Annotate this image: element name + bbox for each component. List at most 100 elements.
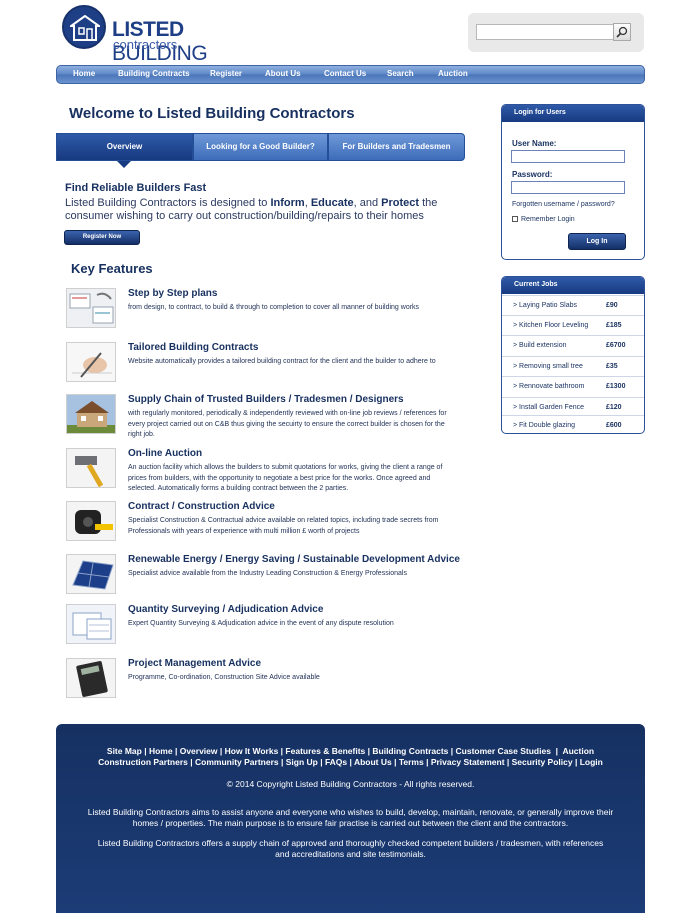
remember-login-checkbox[interactable] <box>512 216 518 222</box>
username-label: User Name: <box>512 139 557 148</box>
key-features-title: Key Features <box>71 261 153 276</box>
solar-panel-icon <box>66 554 116 594</box>
page-title: Welcome to Listed Building Contractors <box>69 105 355 122</box>
job-item[interactable]: > Removing small tree £35 <box>502 356 644 376</box>
footer-link-login[interactable]: Login <box>580 757 603 767</box>
feature-title: Tailored Building Contracts <box>128 342 259 353</box>
feature-title: Step by Step plans <box>128 288 218 299</box>
job-name: > Install Garden Fence <box>513 404 585 411</box>
register-now-button[interactable]: Register Now <box>64 230 140 245</box>
login-panel: Login for Users User Name: Password: For… <box>501 104 645 260</box>
intro-title: Find Reliable Builders Fast <box>65 182 207 194</box>
feature-description: Specialist advice available from the Ind… <box>128 570 407 577</box>
feature-description: Programme, Co-ordination, Construction S… <box>128 674 320 681</box>
job-price: £35 <box>606 363 618 370</box>
nav-building-contracts[interactable]: Building Contracts <box>118 69 190 78</box>
footer-links-row-2: Construction Partners | Community Partne… <box>98 757 603 767</box>
footer-about-text: Listed Building Contractors aims to assi… <box>87 807 614 828</box>
feature-description: An auction facility which allows the bui… <box>128 464 443 492</box>
footer-link-auction[interactable]: Auction <box>562 746 594 756</box>
password-field[interactable] <box>511 181 625 194</box>
footer-link-site-map[interactable]: Site Map <box>107 746 142 756</box>
footer-link-overview[interactable]: Overview <box>180 746 218 756</box>
search-box <box>468 13 644 52</box>
login-button[interactable]: Log In <box>568 233 626 250</box>
feature-title: Contract / Construction Advice <box>128 501 275 512</box>
footer-link-security[interactable]: Security Policy <box>512 757 573 767</box>
tab-builders-tradesmen[interactable]: For Builders and Tradesmen <box>328 133 465 161</box>
nav-contact-us[interactable]: Contact Us <box>324 69 366 78</box>
footer-link-building-contracts[interactable]: Building Contracts <box>372 746 448 756</box>
feature-description: Website automatically provides a tailore… <box>128 358 436 365</box>
tab-looking-for-builder[interactable]: Looking for a Good Builder? <box>193 133 328 161</box>
job-price: £1300 <box>606 383 626 390</box>
footer-link-features-benefits[interactable]: Features & Benefits <box>285 746 365 756</box>
footer-link-how-it-works[interactable]: How It Works <box>225 746 279 756</box>
site-logo[interactable]: LISTED BUILDING contractors <box>62 5 252 65</box>
intro-text: Listed Building Contractors is designed … <box>65 197 438 222</box>
footer-link-about-us[interactable]: About Us <box>354 757 392 767</box>
job-price: £600 <box>606 422 622 429</box>
password-label: Password: <box>512 170 553 179</box>
nav-search[interactable]: Search <box>387 69 414 78</box>
job-item[interactable]: > Kitchen Floor Leveling £185 <box>502 315 644 335</box>
login-panel-title: Login for Users <box>502 105 644 122</box>
footer-links-row-1: Site Map | Home | Overview | How It Work… <box>106 746 595 756</box>
job-name: > Rennovate bathroom <box>513 383 585 390</box>
job-name: > Kitchen Floor Leveling <box>513 322 589 329</box>
footer-link-case-studies[interactable]: Customer Case Studies <box>456 746 551 756</box>
remember-login: Remember Login <box>512 216 575 223</box>
feature-description: from design, to contract, to build & thr… <box>128 304 420 311</box>
contract-pen-icon <box>66 342 116 382</box>
magnifier-icon <box>616 26 628 38</box>
tab-overview[interactable]: Overview <box>56 133 193 161</box>
job-name: > Build extension <box>513 342 567 349</box>
footer-link-construction-partners[interactable]: Construction Partners <box>98 757 188 767</box>
job-price: £185 <box>606 322 622 329</box>
house-logo-icon <box>62 5 106 49</box>
current-jobs-panel: Current Jobs > Laying Patio Slabs £90 > K… <box>501 276 645 434</box>
job-name: > Laying Patio Slabs <box>513 302 578 309</box>
job-price: £120 <box>606 404 622 411</box>
search-input[interactable] <box>476 24 614 40</box>
nav-home[interactable]: Home <box>73 69 95 78</box>
footer-supply-text: Listed Building Contractors offers a sup… <box>97 838 604 859</box>
job-name: > Fit Double glazing <box>513 422 576 429</box>
content-tabs: Overview Looking for a Good Builder? For… <box>56 133 465 161</box>
logo-tagline: contractors <box>113 37 178 52</box>
job-item[interactable]: > Rennovate bathroom £1300 <box>502 376 644 396</box>
footer-links: Site Map | Home | Overview | How It Work… <box>56 746 645 768</box>
hammer-icon <box>66 448 116 488</box>
forgot-password-link[interactable]: Forgotten username / password? <box>512 201 615 208</box>
feature-title: On-line Auction <box>128 448 203 459</box>
job-price: £90 <box>606 302 618 309</box>
house-icon <box>66 394 116 434</box>
job-item[interactable]: > Build extension £6700 <box>502 335 644 355</box>
blueprint-icon <box>66 604 116 644</box>
feature-title: Quantity Surveying / Adjudication Advice <box>128 604 324 615</box>
footer-link-community-partners[interactable]: Community Partners <box>195 757 279 767</box>
copyright-text: © 2014 Copyright Listed Building Contrac… <box>226 779 475 789</box>
footer-link-sign-up[interactable]: Sign Up <box>286 757 318 767</box>
footer-link-terms[interactable]: Terms <box>399 757 424 767</box>
remember-login-label: Remember Login <box>521 216 575 223</box>
feature-description: Expert Quantity Surveying & Adjudication… <box>128 620 394 627</box>
feature-title: Renewable Energy / Energy Saving / Susta… <box>128 554 460 565</box>
job-name: > Removing small tree <box>513 363 583 370</box>
nav-register[interactable]: Register <box>210 69 242 78</box>
nav-auction[interactable]: Auction <box>438 69 468 78</box>
search-button[interactable] <box>613 23 631 41</box>
footer-link-privacy[interactable]: Privacy Statement <box>431 757 505 767</box>
footer-link-home[interactable]: Home <box>149 746 173 756</box>
job-item[interactable]: > Laying Patio Slabs £90 <box>502 295 644 315</box>
job-item[interactable]: > Install Garden Fence £120 <box>502 397 644 417</box>
feature-description: with regularly monitored, periodically &… <box>128 410 447 438</box>
job-item[interactable]: > Fit Double glazing £600 <box>502 415 644 435</box>
plans-icon <box>66 288 116 328</box>
username-field[interactable] <box>511 150 625 163</box>
nav-about-us[interactable]: About Us <box>265 69 301 78</box>
site-footer: Site Map | Home | Overview | How It Work… <box>56 724 645 913</box>
footer-link-faqs[interactable]: FAQs <box>325 757 347 767</box>
feature-description: Specialist Construction & Contractual ad… <box>128 517 439 535</box>
job-price: £6700 <box>606 342 626 349</box>
